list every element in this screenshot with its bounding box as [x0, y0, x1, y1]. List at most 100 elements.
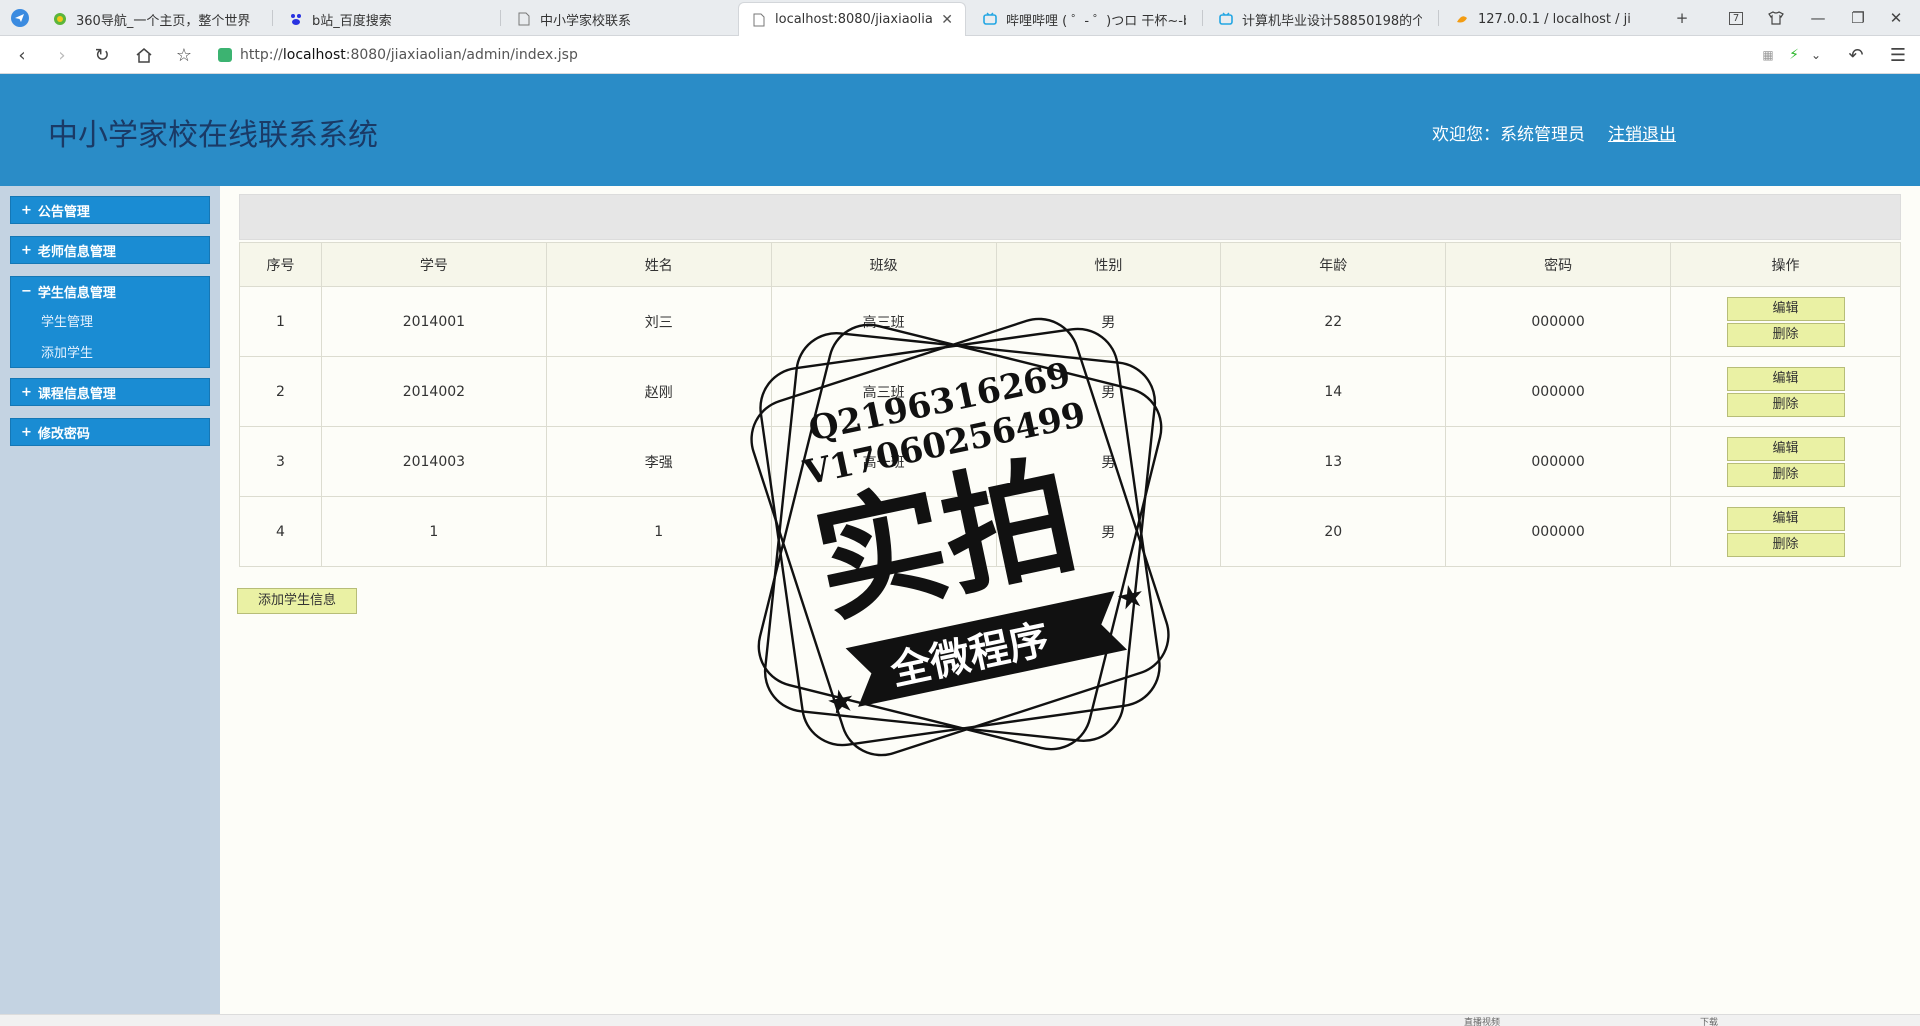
delete-button[interactable]: 删除: [1726, 392, 1845, 417]
tab-label: 360导航_一个主页，整个世界: [76, 13, 251, 29]
browser-logo-icon[interactable]: [4, 3, 36, 33]
delete-button[interactable]: 删除: [1726, 462, 1845, 487]
toolbar-band: [239, 194, 1901, 240]
page-icon: [516, 11, 532, 27]
minimize-icon[interactable]: —: [1798, 0, 1838, 36]
edit-button[interactable]: 编辑: [1726, 296, 1845, 321]
reload-icon[interactable]: ↻: [86, 40, 118, 70]
cell-gender: 男: [995, 426, 1222, 497]
column-header: 密码: [1445, 242, 1672, 287]
shirt-icon[interactable]: [1756, 0, 1796, 36]
table-row: 1 2014001 刘三 高三班 男 22 000000 编辑 删除: [239, 286, 1901, 357]
cell-gender: 男: [995, 496, 1222, 567]
home-icon[interactable]: [128, 40, 160, 70]
bookmark-star-icon[interactable]: ☆: [168, 40, 200, 70]
cell-student-id: 2014002: [320, 356, 547, 427]
sidebar: + 公告管理 + 老师信息管理 − 学生信息管理 学生管理 添加学生 + 课程信…: [0, 186, 220, 1014]
tab-jiaxiao[interactable]: 中小学家校联系: [504, 2, 734, 36]
cell-actions: 编辑 删除: [1670, 356, 1901, 427]
status-text-live: 直播视频: [1464, 1018, 1501, 1026]
sidebar-group-students: − 学生信息管理 学生管理 添加学生: [10, 276, 210, 368]
tab-baidu[interactable]: b站_百度搜索: [276, 2, 496, 36]
edit-button[interactable]: 编辑: [1726, 506, 1845, 531]
cell-student-id: 2014001: [320, 286, 547, 357]
sidebar-subitem-add-student[interactable]: 添加学生: [11, 336, 209, 367]
sidebar-item-announcements[interactable]: + 公告管理: [10, 196, 210, 224]
cell-no: 1: [239, 286, 322, 357]
baidu-icon: [288, 11, 304, 27]
chevron-down-icon[interactable]: ⌄: [1800, 40, 1832, 70]
tab-bilibili-2[interactable]: 计算机毕业设计58850198的个人: [1206, 2, 1434, 36]
column-header: 姓名: [545, 242, 772, 287]
new-tab-button[interactable]: +: [1662, 0, 1702, 36]
tab-label: 计算机毕业设计58850198的个人: [1242, 13, 1422, 29]
cell-class: 高三班: [770, 356, 997, 427]
sidebar-item-change-password[interactable]: + 修改密码: [10, 418, 210, 446]
plus-icon: +: [21, 202, 32, 218]
cell-password: 000000: [1445, 356, 1672, 427]
column-header: 性别: [995, 242, 1222, 287]
plus-icon: +: [21, 384, 32, 400]
bilibili-icon: [1218, 11, 1234, 27]
tab-count-button[interactable]: 7: [1716, 0, 1756, 36]
cell-no: 4: [239, 496, 322, 567]
menu-icon[interactable]: ☰: [1882, 40, 1914, 70]
add-student-button[interactable]: 添加学生信息: [237, 588, 357, 614]
cell-class: 高三班: [770, 286, 997, 357]
sidebar-subitem-student-manage[interactable]: 学生管理: [11, 305, 209, 336]
welcome-text: 欢迎您：系统管理员: [1432, 125, 1585, 145]
tab-label: localhost:8080/jiaxiaolian/adr: [775, 12, 933, 27]
main-content: 序号 学号 姓名 班级 性别 年龄 密码 操作 1 2014001 刘三 高三班…: [220, 186, 1920, 1014]
minus-icon: −: [21, 283, 32, 299]
cell-actions: 编辑 删除: [1670, 496, 1901, 567]
cell-name: 1: [545, 496, 772, 567]
sidebar-item-label: 课程信息管理: [37, 386, 116, 402]
sidebar-item-students[interactable]: − 学生信息管理: [11, 277, 209, 305]
url-prefix: http://: [240, 47, 283, 63]
bilibili-icon: [982, 11, 998, 27]
tab-label: 哔哩哔哩 ( ゜- ゜)つロ 干杯~-bili: [1006, 13, 1186, 29]
tab-localhost-active[interactable]: localhost:8080/jiaxiaolian/adr ✕: [738, 2, 966, 36]
column-header: 学号: [320, 242, 547, 287]
undo-icon[interactable]: ↶: [1840, 40, 1872, 70]
url-path: :8080/jiaxiaolian/admin/index.jsp: [345, 47, 578, 63]
cell-actions: 编辑 删除: [1670, 286, 1901, 357]
cell-age: 22: [1220, 286, 1447, 357]
edit-button[interactable]: 编辑: [1726, 436, 1845, 461]
address-bar: ‹ › ↻ ☆ http://localhost:8080/jiaxiaolia…: [0, 36, 1920, 74]
url-host: localhost: [282, 47, 346, 63]
sidebar-item-label: 修改密码: [37, 426, 90, 442]
status-bar: 直播视频 下载: [0, 1014, 1920, 1026]
column-header: 班级: [770, 242, 997, 287]
window-close-icon[interactable]: ✕: [1876, 0, 1916, 36]
delete-button[interactable]: 删除: [1726, 532, 1845, 557]
edit-button[interactable]: 编辑: [1726, 366, 1845, 391]
logout-link[interactable]: 注销退出: [1608, 120, 1676, 145]
close-icon[interactable]: ✕: [941, 12, 953, 28]
cell-no: 2: [239, 356, 322, 427]
table-header-row: 序号 学号 姓名 班级 性别 年龄 密码 操作: [239, 242, 1901, 287]
cell-actions: 编辑 删除: [1670, 426, 1901, 497]
page-icon: [751, 12, 767, 28]
cell-age: 20: [1220, 496, 1447, 567]
cell-name: 刘三: [545, 286, 772, 357]
cell-password: 000000: [1445, 286, 1672, 357]
tab-bilibili[interactable]: 哔哩哔哩 ( ゜- ゜)つロ 干杯~-bili: [970, 2, 1198, 36]
tab-phpmyadmin[interactable]: 127.0.0.1 / localhost / jiaxiaol: [1442, 2, 1642, 36]
forward-icon[interactable]: ›: [46, 40, 78, 70]
sidebar-item-teachers[interactable]: + 老师信息管理: [10, 236, 210, 264]
delete-button[interactable]: 删除: [1726, 322, 1845, 347]
cell-gender: 男: [995, 356, 1222, 427]
column-header: 序号: [239, 242, 322, 287]
url-field[interactable]: http://localhost:8080/jiaxiaolian/admin/…: [218, 41, 1798, 69]
page-title: 中小学家校在线联系系统: [48, 118, 378, 153]
back-icon[interactable]: ‹: [6, 40, 38, 70]
cell-password: 000000: [1445, 496, 1672, 567]
cell-student-id: 2014003: [320, 426, 547, 497]
360-icon: [52, 11, 68, 27]
tab-360[interactable]: 360导航_一个主页，整个世界: [40, 2, 268, 36]
restore-icon[interactable]: ❐: [1838, 0, 1878, 36]
sidebar-item-courses[interactable]: + 课程信息管理: [10, 378, 210, 406]
browser-tab-bar: 360导航_一个主页，整个世界 b站_百度搜索 中小学家校联系 localhos…: [0, 0, 1920, 36]
cell-class: [770, 496, 997, 567]
